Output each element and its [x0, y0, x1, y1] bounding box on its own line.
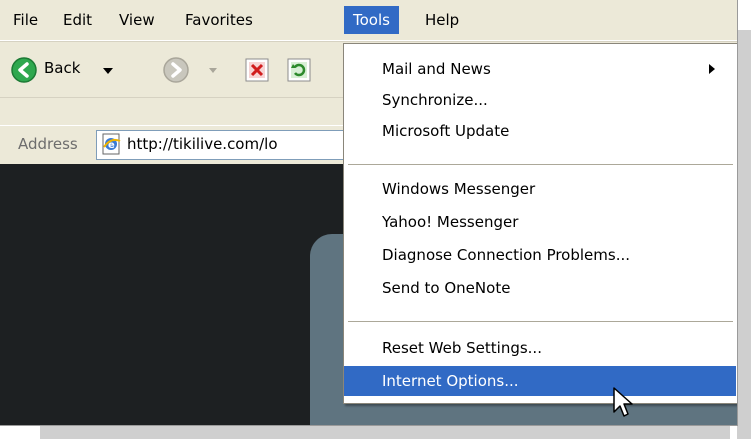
address-label: Address — [18, 135, 78, 153]
menu-item-label: Microsoft Update — [382, 122, 510, 140]
menu-item-label: Diagnose Connection Problems... — [382, 246, 631, 264]
tools-menu: Mail and News Synchronize... Microsoft U… — [343, 43, 737, 404]
menu-item-label: Mail and News — [382, 60, 491, 78]
menu-item-synchronize[interactable]: Synchronize... — [344, 86, 736, 114]
menu-separator — [348, 321, 733, 322]
menu-item-send-to-onenote[interactable]: Send to OneNote — [344, 274, 736, 302]
menu-item-internet-options[interactable]: Internet Options... — [344, 366, 736, 396]
back-arrow-icon — [11, 57, 37, 83]
submenu-arrow-icon — [709, 64, 715, 74]
menu-tools[interactable]: Tools — [344, 6, 399, 34]
back-label: Back — [44, 59, 81, 77]
address-url: http://tikilive.com/lo — [127, 135, 278, 153]
menu-help[interactable]: Help — [416, 6, 468, 34]
dropdown-arrow-icon[interactable] — [102, 66, 114, 76]
menu-item-label: Reset Web Settings... — [382, 339, 542, 357]
forward-dropdown-icon[interactable] — [208, 67, 218, 75]
browser-window: File Edit View Favorites Tools Help Back — [0, 0, 738, 426]
menu-separator — [348, 164, 733, 165]
refresh-icon[interactable] — [286, 57, 312, 83]
menu-item-diagnose-connection[interactable]: Diagnose Connection Problems... — [344, 241, 736, 269]
menu-favorites-label: Favorites — [185, 11, 253, 29]
menu-edit[interactable]: Edit — [54, 6, 101, 34]
menu-item-windows-messenger[interactable]: Windows Messenger — [344, 175, 736, 203]
menu-bar: File Edit View Favorites Tools Help — [0, 0, 737, 41]
menu-file-label: File — [13, 11, 39, 29]
menu-favorites[interactable]: Favorites — [176, 6, 262, 34]
menu-file[interactable]: File — [4, 6, 47, 34]
menu-item-label: Send to OneNote — [382, 279, 511, 297]
menu-item-label: Internet Options... — [382, 372, 519, 390]
menu-edit-label: Edit — [63, 11, 93, 29]
stop-icon[interactable] — [244, 57, 270, 83]
menu-item-reset-web-settings[interactable]: Reset Web Settings... — [344, 334, 736, 362]
svg-text:e: e — [108, 140, 115, 151]
mouse-cursor-icon — [613, 387, 633, 417]
frame-shadow-right — [737, 30, 751, 439]
menu-view-label: View — [119, 11, 155, 29]
frame-shadow-bottom — [40, 425, 730, 439]
menu-item-label: Synchronize... — [382, 91, 488, 109]
menu-view[interactable]: View — [110, 6, 164, 34]
menu-help-label: Help — [425, 11, 460, 29]
menu-item-yahoo-messenger[interactable]: Yahoo! Messenger — [344, 208, 736, 236]
menu-item-microsoft-update[interactable]: Microsoft Update — [344, 117, 736, 145]
back-button[interactable]: Back — [10, 56, 120, 84]
forward-arrow-icon[interactable] — [162, 56, 190, 84]
ie-page-icon: e — [102, 133, 121, 155]
menu-tools-label: Tools — [353, 11, 390, 29]
menu-item-label: Yahoo! Messenger — [382, 213, 519, 231]
menu-item-label: Windows Messenger — [382, 180, 536, 198]
menu-item-mail-and-news[interactable]: Mail and News — [344, 55, 736, 83]
screenshot-frame: File Edit View Favorites Tools Help Back — [0, 0, 753, 442]
